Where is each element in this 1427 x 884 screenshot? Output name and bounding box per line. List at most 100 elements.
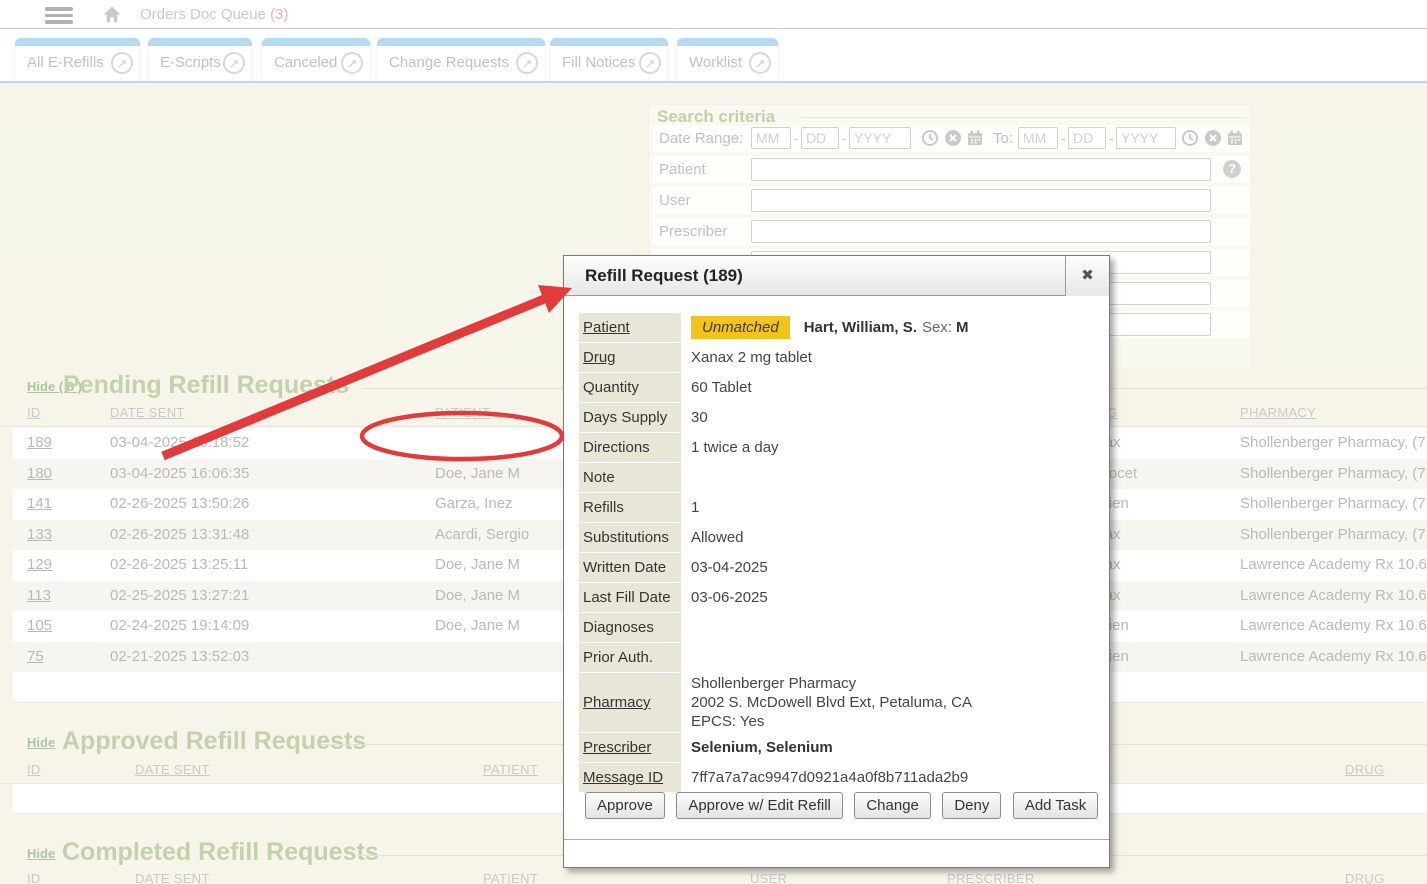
col-header-date-sent[interactable]: DATE SENT — [135, 871, 210, 884]
approved-hide-link[interactable]: Hide — [27, 735, 55, 750]
open-tab-arrow-icon[interactable]: ↗ — [749, 52, 771, 74]
refill-request-dialog: Refill Request (189) ✖ Patient Unmatched… — [563, 255, 1110, 868]
prescriber-link[interactable]: Prescriber — [579, 733, 681, 762]
tab-fill-notices[interactable]: Fill Notices ↗ — [550, 38, 668, 80]
from-date-clear-icon[interactable] — [944, 129, 962, 147]
col-header-date-sent[interactable]: DATE SENT — [110, 405, 185, 420]
open-tab-arrow-icon[interactable]: ↗ — [111, 52, 133, 74]
patient-search-input[interactable] — [751, 158, 1211, 181]
tab-canceled[interactable]: Canceled ↗ — [262, 38, 370, 80]
refill-id-link[interactable]: 189 — [27, 428, 52, 459]
col-header-date-sent[interactable]: DATE SENT — [135, 762, 210, 777]
date-sent-cell: 02-25-2025 13:27:21 — [110, 581, 249, 612]
col-header-user[interactable]: USER — [750, 871, 787, 884]
sex-label: Sex: — [922, 319, 952, 336]
col-header-patient[interactable]: PATIENT — [483, 871, 538, 884]
message-id-row: Message ID 7ff7a7a7ac9947d0921a4a0f8b711… — [579, 763, 1096, 792]
to-day-input[interactable] — [1068, 127, 1106, 149]
help-icon[interactable]: ? — [1223, 160, 1241, 178]
col-header-pharmacy[interactable]: PHARMACY — [1240, 405, 1316, 420]
refill-id-link[interactable]: 133 — [27, 520, 52, 551]
approve-button[interactable]: Approve — [585, 792, 665, 819]
tab-label: Worklist — [689, 46, 742, 80]
last-fill-date-row: Last Fill Date 03-06-2025 — [579, 583, 1096, 612]
dialog-header[interactable]: Refill Request (189) ✖ — [564, 256, 1109, 296]
user-search-input[interactable] — [751, 189, 1211, 212]
days-supply-row: Days Supply 30 — [579, 403, 1096, 432]
from-time-clock-icon[interactable] — [921, 129, 939, 147]
from-calendar-icon[interactable] — [966, 129, 984, 147]
tab-worklist[interactable]: Worklist ↗ — [677, 38, 778, 80]
open-tab-arrow-icon[interactable]: ↗ — [341, 52, 363, 74]
to-time-clock-icon[interactable] — [1181, 129, 1199, 147]
tab-e-scripts[interactable]: E-Scripts ↗ — [148, 38, 252, 80]
tab-change-requests[interactable]: Change Requests ↗ — [377, 38, 545, 80]
col-header-patient[interactable]: PATIENT — [483, 762, 538, 777]
from-year-input[interactable] — [849, 127, 911, 149]
sex-value: M — [956, 319, 969, 336]
col-header-id[interactable]: ID — [27, 871, 41, 884]
pharmacy-row: Pharmacy Shollenberger Pharmacy 2002 S. … — [579, 673, 1096, 732]
drug-value: Xanax 2 mg tablet — [691, 343, 812, 372]
pharmacy-cell: Lawrence Academy Rx 10.6 — [1240, 550, 1427, 581]
open-tab-arrow-icon[interactable]: ↗ — [223, 52, 245, 74]
pharmacy-address: 2002 S. McDowell Blvd Ext, Petaluma, CA — [691, 693, 972, 712]
refill-id-link[interactable]: 105 — [27, 611, 52, 642]
hamburger-menu-icon[interactable] — [45, 7, 73, 23]
quantity-row: Quantity 60 Tablet — [579, 373, 1096, 402]
open-tab-arrow-icon[interactable]: ↗ — [516, 52, 538, 74]
add-task-button[interactable]: Add Task — [1013, 792, 1098, 819]
dialog-footer-divider — [564, 839, 1109, 840]
drug-link[interactable]: Drug — [579, 343, 681, 372]
quantity-label: Quantity — [579, 373, 681, 402]
tab-accent-strip — [377, 38, 545, 46]
date-range-row: Date Range: - - To: — [653, 125, 1249, 152]
patient-cell: Doe, Jane M — [435, 581, 520, 612]
col-header-prescriber[interactable]: PRESCRIBER — [947, 871, 1035, 884]
change-button[interactable]: Change — [854, 792, 931, 819]
refill-id-link[interactable]: 113 — [27, 581, 51, 612]
nav-doc-queue-link[interactable]: Doc Queue (3) — [190, 0, 288, 29]
refill-id-link[interactable]: 141 — [27, 489, 52, 520]
message-id-value: 7ff7a7a7ac9947d0921a4a0f8b711ada2b9 — [691, 763, 968, 792]
message-id-link[interactable]: Message ID — [579, 763, 681, 792]
date-sent-cell: 02-26-2025 13:50:26 — [110, 489, 249, 520]
prescriber-search-input[interactable] — [751, 220, 1211, 243]
open-tab-arrow-icon[interactable]: ↗ — [639, 52, 661, 74]
refill-id-link[interactable]: 75 — [27, 642, 44, 673]
date-range-label: Date Range: — [659, 125, 743, 152]
patient-label: Patient — [659, 156, 706, 183]
deny-button[interactable]: Deny — [942, 792, 1001, 819]
tab-accent-strip — [15, 38, 140, 46]
completed-hide-link[interactable]: Hide — [27, 846, 55, 861]
user-label: User — [659, 187, 691, 214]
to-month-input[interactable] — [1018, 127, 1058, 149]
prescriber-value: Selenium, Selenium — [691, 733, 833, 762]
nav-orders-link[interactable]: Orders — [140, 0, 186, 29]
date-sent-cell: 03-04-2025 16:18:52 — [110, 428, 249, 459]
approve-edit-refill-button[interactable]: Approve w/ Edit Refill — [676, 792, 843, 819]
completed-table-header: ID DATE SENT PATIENT USER PRESCRIBER DRU… — [0, 871, 1427, 884]
col-header-drug[interactable]: DRUG — [1345, 871, 1384, 884]
to-year-input[interactable] — [1116, 127, 1176, 149]
from-day-input[interactable] — [801, 127, 839, 149]
patient-link[interactable]: Patient — [579, 313, 681, 342]
date-separator: - — [842, 125, 847, 152]
col-header-id[interactable]: ID — [27, 762, 41, 777]
pharmacy-link[interactable]: Pharmacy — [579, 673, 681, 732]
user-search-row: User — [653, 187, 1249, 214]
col-header-patient[interactable]: PATIENT — [435, 405, 490, 420]
to-date-clear-icon[interactable] — [1204, 129, 1222, 147]
to-calendar-icon[interactable] — [1226, 129, 1244, 147]
tab-label: E-Scripts — [160, 46, 221, 80]
refill-id-link[interactable]: 180 — [27, 459, 52, 490]
tab-all-e-refills[interactable]: All E-Refills ↗ — [15, 38, 140, 80]
close-icon[interactable]: ✖ — [1065, 256, 1109, 296]
doc-queue-count-badge: (3) — [270, 6, 288, 23]
col-header-id[interactable]: ID — [27, 405, 41, 420]
refill-id-link[interactable]: 129 — [27, 550, 52, 581]
home-icon[interactable] — [101, 5, 123, 29]
col-header-drug[interactable]: DRUG — [1345, 762, 1384, 777]
from-month-input[interactable] — [751, 127, 791, 149]
legend-rule — [801, 117, 1245, 118]
